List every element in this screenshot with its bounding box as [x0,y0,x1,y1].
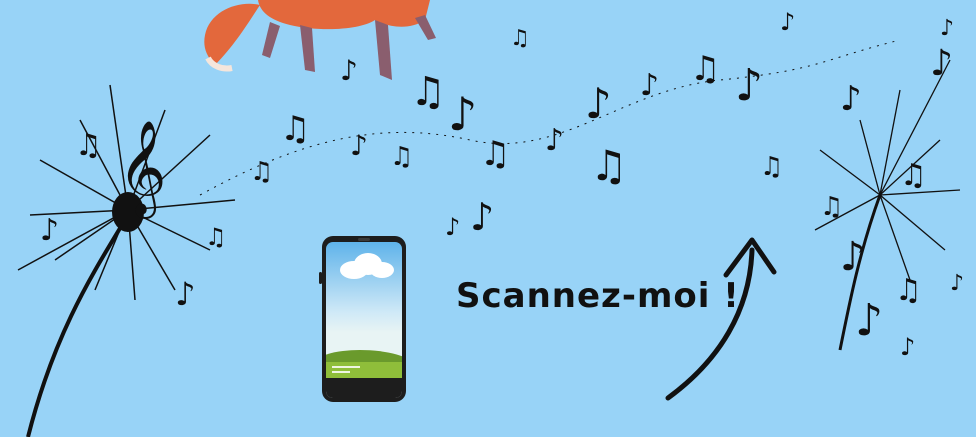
cloud-icon [340,253,394,279]
phone-side-button [319,272,322,284]
music-note-icon: ♪ [545,123,564,158]
music-note-icon: ♪ [175,275,195,313]
music-note-icon: ♪ [930,43,953,84]
music-note-icon: ♪ [735,60,763,111]
music-note-icon: ♫ [250,157,273,187]
phone-text-line [332,371,350,373]
music-note-icon: ♫ [390,142,413,172]
fox-illustration [204,0,436,80]
music-note-icon: ♪ [780,8,795,36]
phone-nav-bar [326,378,402,398]
dandelion-head-right [814,59,961,281]
smartphone-icon [319,236,406,402]
music-note-icon: ♪ [340,54,358,87]
music-note-icon: ♪ [640,68,659,103]
music-note-icon: ♫ [760,152,783,182]
music-note-icon: ♫ [900,158,927,193]
treble-clef-icon: 𝄞 [118,120,166,219]
curved-arrow-icon [665,237,777,401]
music-note-icon: ♫ [75,128,102,163]
phone-grass [326,362,402,378]
music-note-icon: ♪ [855,295,883,346]
illustration: 𝄞 ♪ ♫ ♪ ♫ ♪ ♪ ♫ ♪ ♫ ♪ ♪ ♫ ♫ ♪ ♫ ♪ ♪ ♫ ♫ … [17,0,964,437]
music-note-icon: ♪ [585,79,612,128]
scan-caption: Scannez-moi ! [456,276,740,316]
music-note-icon: ♪ [950,271,964,296]
phone-notch [358,238,370,241]
music-note-icon: ♪ [445,213,460,241]
music-note-icon: ♫ [590,141,628,190]
music-note-icon: ♫ [410,69,446,115]
music-note-icon: ♪ [840,234,866,280]
music-note-icon: ♫ [895,273,922,308]
phone-text-line [332,366,360,368]
music-note-icon: ♫ [820,192,843,222]
music-note-icon: ♫ [480,134,510,174]
music-note-icon: ♪ [900,333,915,361]
music-note-icon: ♪ [940,16,954,41]
music-note-icon: ♪ [40,213,59,248]
music-note-icon: ♪ [350,129,368,162]
music-note-icon: ♪ [470,195,494,239]
music-note-icon: ♪ [840,79,862,119]
phone-screen [326,242,402,398]
scene: 𝄞 ♪ ♫ ♪ ♫ ♪ ♪ ♫ ♪ ♫ ♪ ♪ ♫ ♫ ♪ ♫ ♪ ♪ ♫ ♫ … [0,0,976,437]
music-note-icon: ♪ [448,87,477,141]
music-note-icon: ♫ [280,109,310,149]
music-note-icon: ♫ [205,223,227,251]
music-note-icon: ♫ [690,49,720,89]
music-note-icon: ♫ [510,26,530,51]
